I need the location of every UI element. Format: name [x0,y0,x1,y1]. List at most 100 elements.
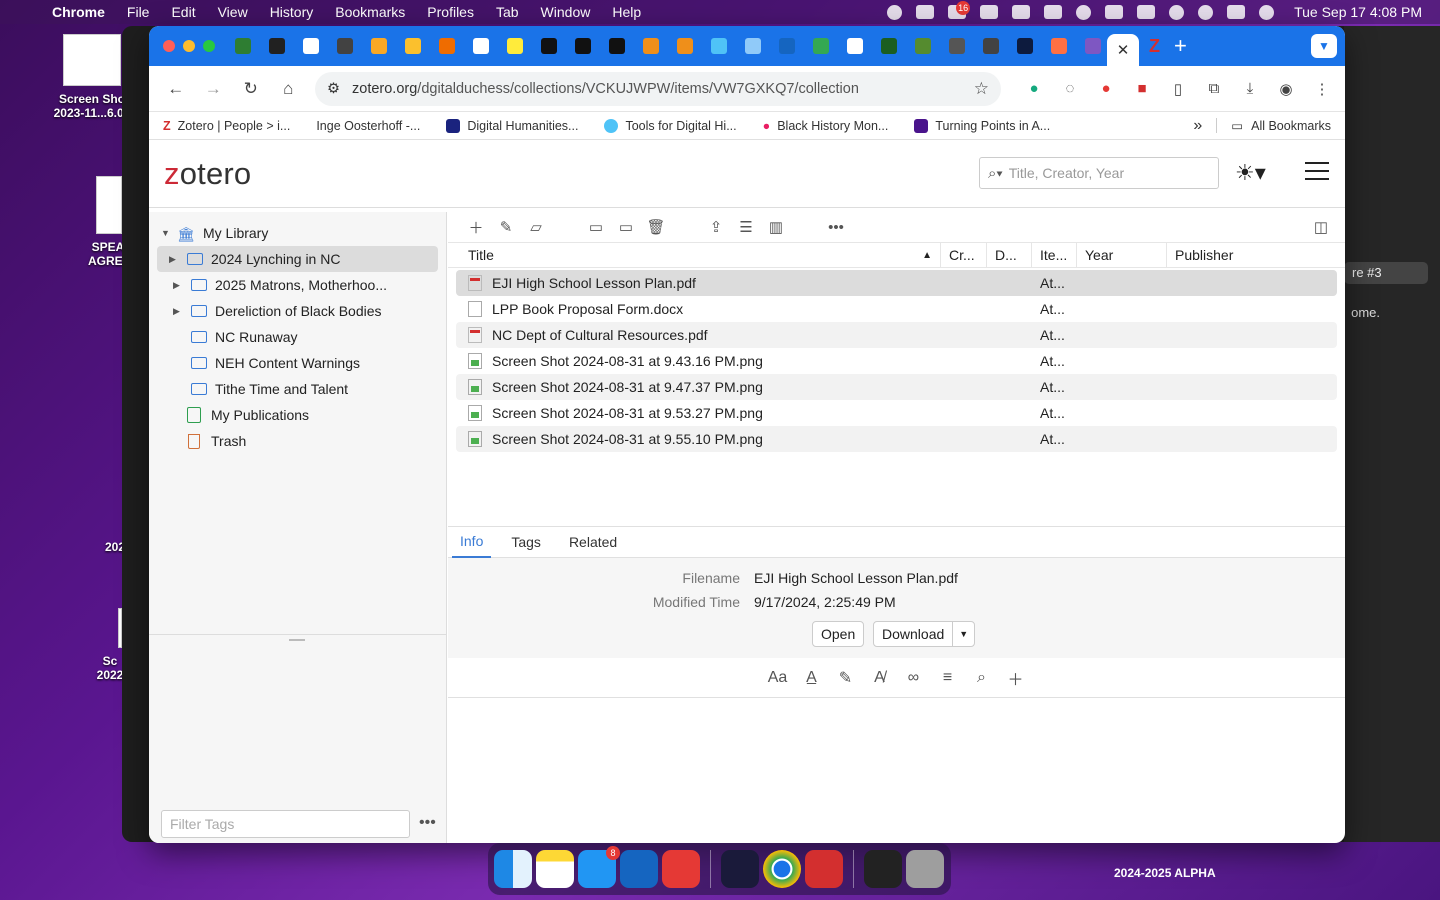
add-by-identifier-wand-icon[interactable]: ✎ [496,218,516,236]
text-format-icon[interactable]: Aa [768,669,788,687]
tab-favicon[interactable] [1045,32,1073,60]
grammarly-icon[interactable]: ● [1021,76,1047,102]
dropbox-icon[interactable]: 16 [948,1,971,19]
menu-bookmarks[interactable]: Bookmarks [324,4,416,20]
notes-icon[interactable] [536,850,574,888]
menu-app-chrome[interactable]: Chrome [50,4,116,20]
zotero-logo[interactable]: zotero [164,156,251,192]
forward-arrow-icon[interactable]: → [197,73,231,105]
zoom-window-button[interactable] [203,40,215,52]
bluetooth-icon[interactable] [1076,4,1092,20]
hamburger-menu-icon[interactable] [1305,162,1329,180]
delete-trash-icon[interactable]: 🗑 [646,218,666,236]
table-row[interactable]: NC Dept of Cultural Resources.pdf At... [456,322,1337,348]
minimize-window-button[interactable] [183,40,195,52]
menu-edit[interactable]: Edit [160,4,206,20]
tab-favicon[interactable] [501,32,529,60]
link-icon[interactable]: ∞ [904,669,924,687]
puzzle-extensions-icon[interactable]: ⧉ [1201,76,1227,102]
home-icon[interactable]: ⌂ [272,73,306,105]
close-window-button[interactable] [163,40,175,52]
siri-icon[interactable] [1259,4,1275,20]
premiere-icon[interactable] [721,850,759,888]
expand-triangle-icon[interactable]: ▶ [169,254,183,265]
zotero-search-input[interactable]: ⌕▾ Title, Creator, Year [979,157,1219,189]
word-icon[interactable] [620,850,658,888]
menu-file[interactable]: File [116,4,161,20]
align-icon[interactable]: ≡ [938,669,958,687]
tab-favicon[interactable] [943,32,971,60]
expand-triangle-icon[interactable]: ▶ [173,280,187,291]
bookmarks-overflow-chevron-icon[interactable]: » [1193,117,1202,135]
tree-item-trash[interactable]: Trash [149,428,446,454]
tab-favicon[interactable] [297,32,325,60]
spotlight-icon[interactable] [1198,4,1214,20]
tab-favicon[interactable] [467,32,495,60]
chrome-menu-icon[interactable]: ⋮ [1309,76,1335,102]
toggle-item-pane-icon[interactable]: ◫ [1311,218,1331,236]
tab-favicon[interactable] [399,32,427,60]
tab-favicon[interactable] [603,32,631,60]
find-icon[interactable]: ⌕ [972,669,992,687]
skype-icon[interactable]: ◌ [1057,76,1083,102]
clear-formatting-icon[interactable]: A̸ [870,669,890,687]
tag-selector-menu-icon[interactable]: ••• [419,814,436,832]
tab-favicon[interactable] [909,32,937,60]
trash-dock-icon[interactable] [906,850,944,888]
tab-favicon[interactable] [331,32,359,60]
menu-view[interactable]: View [207,4,259,20]
background-window-dropdown[interactable]: re #3 [1344,262,1428,284]
text-color-icon[interactable]: A̲ [802,669,822,687]
active-tab-close-icon[interactable]: ✕ [1107,34,1139,66]
theme-toggle-sun-icon[interactable]: ☀▾ [1235,160,1266,186]
volume-icon[interactable] [1044,5,1063,19]
tree-item-my-library[interactable]: ▼ 🏛 My Library [149,220,446,246]
tab-favicon[interactable] [535,32,563,60]
tab-search-chevron-icon[interactable]: ▼ [1311,34,1337,58]
tree-item-collection[interactable]: ▶ 2024 Lynching in NC [157,246,438,272]
creative-cloud-icon[interactable] [887,4,903,20]
bookmark-item[interactable]: Inge Oosterhoff -... [316,119,420,133]
user-icon[interactable] [1169,4,1185,20]
wifi-icon[interactable] [1137,5,1156,19]
tab-favicon[interactable] [875,32,903,60]
open-button[interactable]: Open [812,621,865,647]
menu-history[interactable]: History [259,4,325,20]
menu-profiles[interactable]: Profiles [416,4,485,20]
tab-favicon[interactable] [705,32,733,60]
table-row[interactable]: Screen Shot 2024-08-31 at 9.47.37 PM.png… [456,374,1337,400]
pane-splitter-handle[interactable] [149,634,447,641]
column-item-type[interactable]: Ite... [1032,242,1077,268]
collapse-triangle-icon[interactable]: ▼ [161,228,175,238]
tab-tags[interactable]: Tags [503,526,549,558]
tab-info[interactable]: Info [452,526,492,558]
sync-icon[interactable] [980,5,999,19]
new-tab-button[interactable]: + [1174,33,1187,59]
column-title[interactable]: Title ▲ [448,242,941,268]
new-note-icon[interactable]: ▱ [526,218,546,236]
tab-favicon[interactable] [365,32,393,60]
tab-favicon[interactable] [569,32,597,60]
battery-icon[interactable] [1105,5,1124,19]
tree-item-collection[interactable]: ▶ 2025 Matrons, Motherhoo... [149,272,446,298]
downloads-stack-icon[interactable] [864,850,902,888]
filter-tags-input[interactable]: Filter Tags [161,810,410,838]
column-publisher[interactable]: Publisher [1167,242,1345,268]
insert-icon[interactable]: ＋ [1006,666,1026,690]
filename-value[interactable]: EJI High School Lesson Plan.pdf [754,570,958,586]
bookmark-item[interactable]: Z Zotero | People > i... [163,119,290,133]
finder-icon[interactable] [494,850,532,888]
citrix-icon[interactable] [805,850,843,888]
ext-red-icon[interactable]: ■ [1129,76,1155,102]
tab-favicon[interactable] [1079,32,1107,60]
library-books-icon[interactable]: ▥ [766,218,786,236]
tab-favicon[interactable] [263,32,291,60]
download-button[interactable]: Download ▼ [873,621,976,647]
bookmark-item[interactable]: Digital Humanities... [446,118,578,133]
menu-window[interactable]: Window [530,4,602,20]
create-bibliography-icon[interactable]: ☰ [736,218,756,236]
expand-triangle-icon[interactable]: ▶ [173,306,187,317]
new-collection-icon[interactable]: ▭ [586,218,606,236]
tab-favicon[interactable] [1011,32,1039,60]
table-row[interactable]: Screen Shot 2024-08-31 at 9.43.16 PM.png… [456,348,1337,374]
